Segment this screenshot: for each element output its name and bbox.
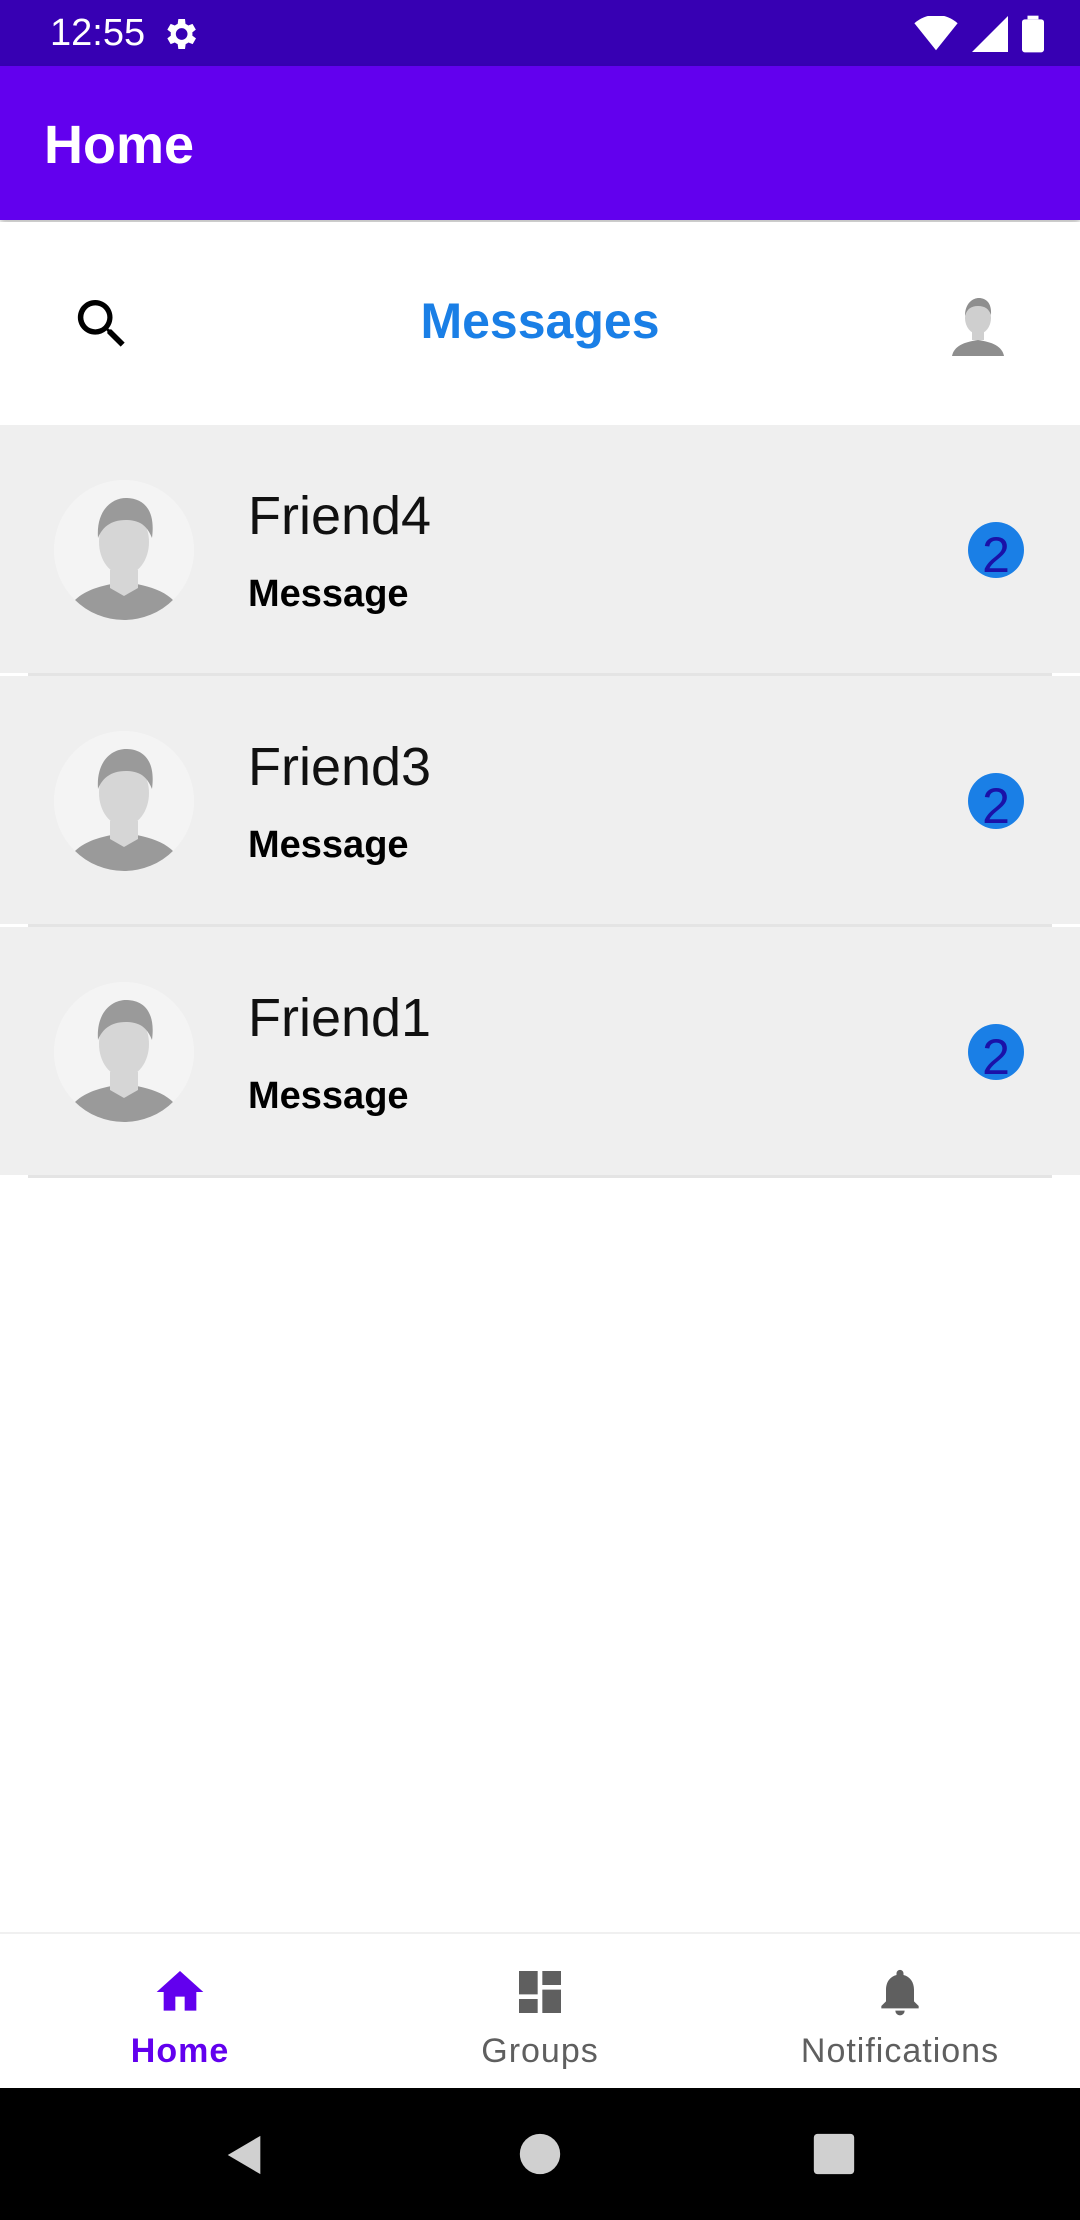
status-bar: 12:55	[0, 0, 1080, 66]
nav-label: Notifications	[800, 2032, 1000, 2070]
messages-tab-title[interactable]: Messages	[0, 292, 1080, 350]
home-circle-icon[interactable]	[518, 2132, 562, 2176]
recents-icon[interactable]	[812, 2132, 856, 2176]
status-icons	[914, 14, 1044, 54]
profile-avatar-icon[interactable]	[946, 292, 1010, 356]
person-avatar-icon	[54, 480, 194, 620]
person-avatar-icon	[54, 731, 194, 871]
bottom-navigation: Home Groups Notifications	[0, 1932, 1080, 2090]
friend-name: Friend3	[248, 737, 432, 797]
app-bar: Home	[0, 66, 1080, 220]
nav-item-home[interactable]: Home	[0, 1934, 360, 2090]
conversation-row[interactable]: Friend4 Message 2	[0, 425, 1080, 676]
wifi-icon	[914, 16, 958, 51]
nav-label: Home	[130, 2032, 230, 2070]
conversation-list: Friend4 Message 2 Friend3 Message 2 Frie…	[0, 425, 1080, 1178]
home-icon	[156, 1971, 204, 2011]
settings-gear-icon	[167, 19, 196, 49]
unread-badge: 2	[968, 522, 1024, 583]
avatar	[54, 480, 194, 620]
unread-badge: 2	[968, 1024, 1024, 1085]
system-navigation-bar	[0, 2088, 1080, 2220]
avatar	[54, 731, 194, 871]
dashboard-icon	[519, 1971, 561, 2013]
page-title: Home	[44, 115, 195, 175]
nav-label: Groups	[481, 2032, 599, 2070]
divider	[28, 1175, 1052, 1178]
friend-name: Friend4	[248, 486, 432, 546]
back-icon[interactable]	[222, 2132, 268, 2178]
nav-item-groups[interactable]: Groups	[360, 1934, 720, 2090]
battery-icon	[1022, 15, 1044, 53]
unread-badge: 2	[968, 773, 1024, 834]
nav-item-notifications[interactable]: Notifications	[720, 1934, 1080, 2090]
friend-name: Friend1	[248, 988, 432, 1048]
message-preview: Message	[248, 1075, 409, 1117]
status-time: 12:55	[50, 12, 146, 54]
message-preview: Message	[248, 824, 409, 866]
cellular-signal-icon	[972, 16, 1008, 52]
messages-toolbar: Messages	[0, 222, 1080, 422]
avatar	[54, 982, 194, 1122]
conversation-row[interactable]: Friend1 Message 2	[0, 927, 1080, 1178]
bell-icon	[881, 1969, 919, 2016]
person-avatar-icon	[54, 982, 194, 1122]
message-preview: Message	[248, 573, 409, 615]
conversation-row[interactable]: Friend3 Message 2	[0, 676, 1080, 927]
